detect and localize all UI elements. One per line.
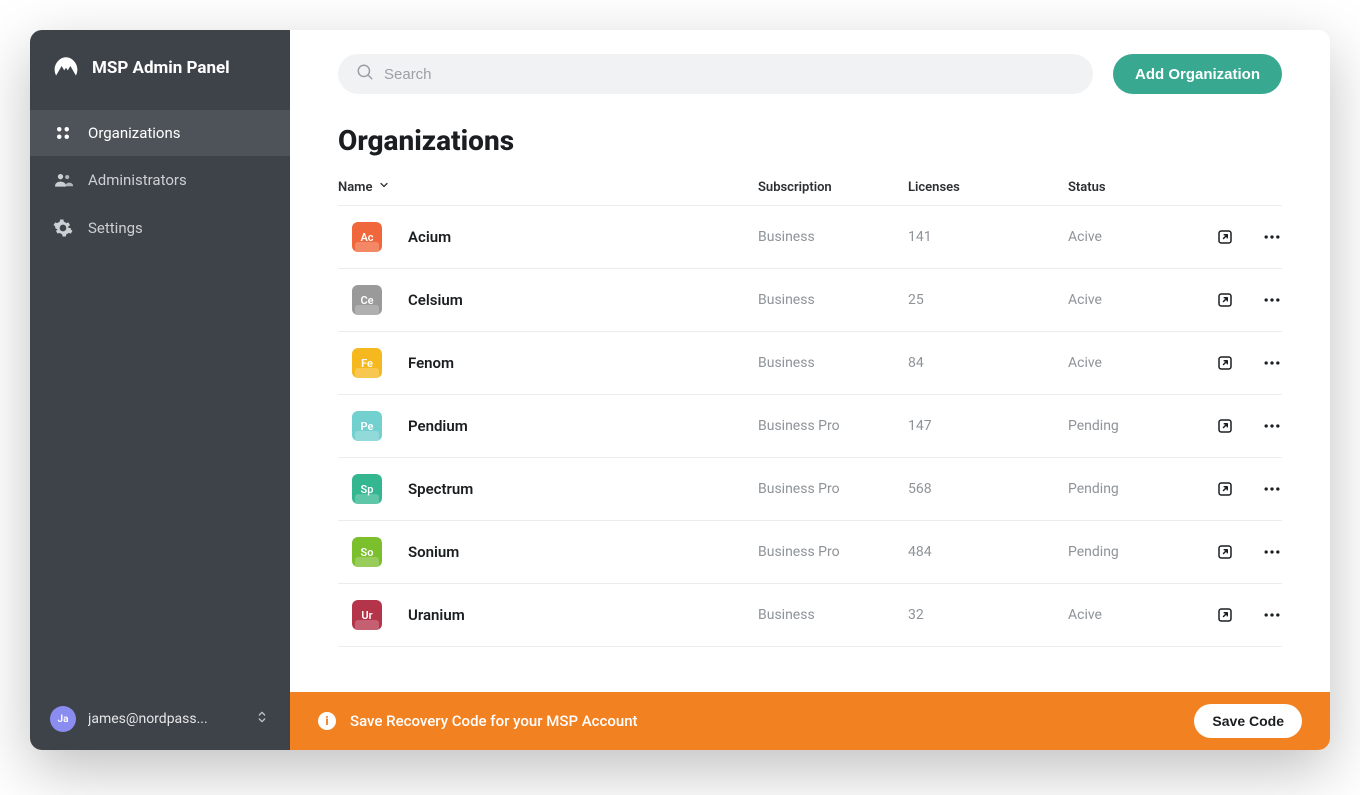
user-account-switcher[interactable]: Ja james@nordpass... [30, 688, 290, 750]
licenses-cell: 32 [908, 607, 1068, 623]
avatar: Ja [50, 706, 76, 732]
more-options-icon[interactable] [1262, 605, 1282, 625]
org-name: Spectrum [408, 480, 473, 498]
org-avatar: Ur [352, 600, 382, 630]
sidebar: MSP Admin Panel Organizations Administra… [30, 30, 290, 750]
licenses-cell: 25 [908, 292, 1068, 308]
organizations-table: Name Subscription Licenses Status Ac Aciu… [290, 169, 1330, 692]
org-avatar: So [352, 537, 382, 567]
search-wrap[interactable] [338, 54, 1093, 94]
subscription-cell: Business [758, 355, 908, 371]
more-options-icon[interactable] [1262, 479, 1282, 499]
subscription-cell: Business Pro [758, 418, 908, 434]
sidebar-item-organizations[interactable]: Organizations [30, 110, 290, 156]
info-icon: i [318, 712, 336, 730]
open-external-icon[interactable] [1216, 290, 1234, 310]
banner-text: Save Recovery Code for your MSP Account [350, 712, 1180, 730]
org-avatar: Fe [352, 348, 382, 378]
table-row[interactable]: Pe Pendium Business Pro147Pending [338, 395, 1282, 458]
licenses-cell: 84 [908, 355, 1068, 371]
licenses-cell: 484 [908, 544, 1068, 560]
status-cell: Pending [1068, 544, 1188, 560]
table-row[interactable]: Ce Celsium Business25Acive [338, 269, 1282, 332]
search-icon [356, 63, 374, 85]
add-organization-button[interactable]: Add Organization [1113, 54, 1282, 94]
more-options-icon[interactable] [1262, 416, 1282, 436]
licenses-cell: 141 [908, 229, 1068, 245]
organizations-icon [52, 124, 74, 142]
org-name: Pendium [408, 417, 468, 435]
open-external-icon[interactable] [1216, 227, 1234, 247]
more-options-icon[interactable] [1262, 227, 1282, 247]
table-row[interactable]: So Sonium Business Pro484Pending [338, 521, 1282, 584]
administrators-icon [52, 170, 74, 190]
licenses-cell: 568 [908, 481, 1068, 497]
sidebar-item-administrators[interactable]: Administrators [30, 156, 290, 204]
recovery-code-banner: i Save Recovery Code for your MSP Accoun… [290, 692, 1330, 750]
org-name: Acium [408, 228, 451, 246]
org-avatar: Pe [352, 411, 382, 441]
table-row[interactable]: Fe Fenom Business84Acive [338, 332, 1282, 395]
page-title: Organizations [290, 106, 1330, 169]
chevron-down-icon [378, 179, 390, 195]
subscription-cell: Business [758, 229, 908, 245]
sidebar-item-label: Organizations [88, 124, 181, 142]
sidebar-item-label: Settings [88, 219, 143, 237]
open-external-icon[interactable] [1216, 479, 1234, 499]
open-external-icon[interactable] [1216, 605, 1234, 625]
expand-collapse-icon[interactable] [254, 709, 270, 729]
org-name: Uranium [408, 606, 465, 624]
status-cell: Pending [1068, 481, 1188, 497]
more-options-icon[interactable] [1262, 290, 1282, 310]
table-row[interactable]: Sp Spectrum Business Pro568Pending [338, 458, 1282, 521]
nav-list: Organizations Administrators Settings [30, 110, 290, 252]
licenses-cell: 147 [908, 418, 1068, 434]
status-cell: Acive [1068, 355, 1188, 371]
open-external-icon[interactable] [1216, 542, 1234, 562]
org-name: Fenom [408, 354, 454, 372]
column-licenses[interactable]: Licenses [908, 180, 1068, 195]
org-avatar: Ce [352, 285, 382, 315]
subscription-cell: Business [758, 607, 908, 623]
column-name-sort[interactable]: Name [338, 179, 758, 195]
status-cell: Acive [1068, 229, 1188, 245]
gear-icon [52, 218, 74, 238]
app-title: MSP Admin Panel [92, 58, 230, 78]
sidebar-item-settings[interactable]: Settings [30, 204, 290, 252]
status-cell: Acive [1068, 292, 1188, 308]
org-name: Celsium [408, 291, 463, 309]
table-row[interactable]: Ur Uranium Business32Acive [338, 584, 1282, 647]
topbar: Add Organization [290, 30, 1330, 106]
org-name: Sonium [408, 543, 459, 561]
save-code-button[interactable]: Save Code [1194, 704, 1302, 738]
user-email: james@nordpass... [88, 711, 242, 727]
sidebar-item-label: Administrators [88, 171, 187, 189]
main-content: Add Organization Organizations Name Subs… [290, 30, 1330, 750]
search-input[interactable] [384, 66, 1075, 83]
table-row[interactable]: Ac Acium Business141Acive [338, 206, 1282, 269]
org-avatar: Ac [352, 222, 382, 252]
more-options-icon[interactable] [1262, 353, 1282, 373]
org-avatar: Sp [352, 474, 382, 504]
app-logo-icon [52, 54, 80, 82]
subscription-cell: Business Pro [758, 481, 908, 497]
column-status[interactable]: Status [1068, 180, 1188, 195]
subscription-cell: Business Pro [758, 544, 908, 560]
subscription-cell: Business [758, 292, 908, 308]
open-external-icon[interactable] [1216, 416, 1234, 436]
status-cell: Pending [1068, 418, 1188, 434]
more-options-icon[interactable] [1262, 542, 1282, 562]
column-subscription[interactable]: Subscription [758, 180, 908, 195]
logo-area: MSP Admin Panel [30, 30, 290, 106]
status-cell: Acive [1068, 607, 1188, 623]
table-header: Name Subscription Licenses Status [338, 169, 1282, 206]
open-external-icon[interactable] [1216, 353, 1234, 373]
